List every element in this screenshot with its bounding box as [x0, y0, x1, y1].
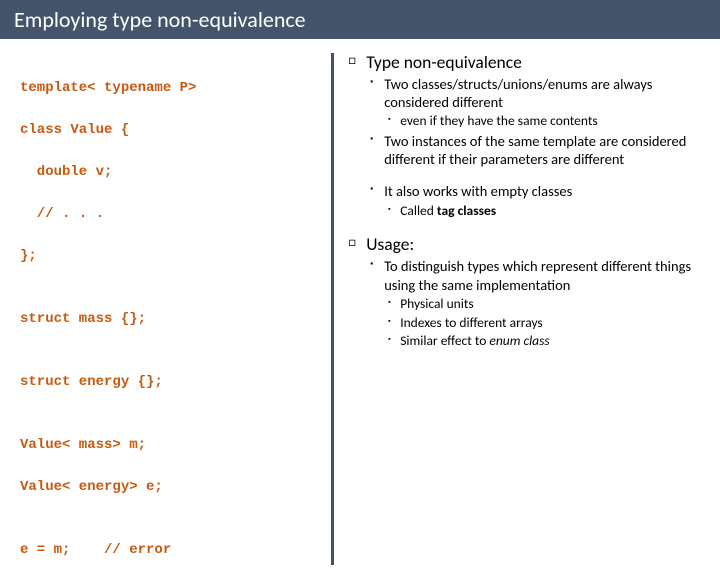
code-line: Value< mass> m; [20, 437, 146, 453]
italic-text: enum class [489, 332, 549, 349]
code-line: struct energy {}; [20, 374, 163, 390]
bullet: Two classes/structs/unions/enums are alw… [370, 75, 704, 111]
slide-title: Employing type non-equivalence [0, 0, 720, 39]
code-line: struct mass {}; [20, 311, 146, 327]
code-pane: template< typename P> class Value { doub… [0, 39, 331, 579]
slide-content: template< typename P> class Value { doub… [0, 39, 720, 579]
heading-usage: Usage: [348, 233, 704, 255]
text-pane: Type non-equivalence Two classes/structs… [334, 39, 720, 579]
code-line: template< typename P> [20, 80, 196, 96]
slide: Employing type non-equivalence template<… [0, 0, 720, 540]
sub-bullet: even if they have the same contents [388, 113, 704, 130]
heading-type-non-equivalence: Type non-equivalence [348, 51, 704, 73]
code-line: class Value { [20, 122, 129, 138]
code-line: e = m; // error [20, 542, 171, 558]
sub-bullet: Indexes to different arrays [388, 315, 704, 332]
code-line: // . . . [20, 206, 104, 222]
text: Similar effect to [400, 332, 489, 349]
bullet: Two instances of the same template are c… [370, 132, 704, 168]
code-line: double v; [20, 164, 112, 180]
code-line: Value< energy> e; [20, 479, 163, 495]
sub-bullet: Physical units [388, 296, 704, 313]
bold-text: tag classes [437, 202, 496, 219]
bullet: It also works with empty classes [370, 182, 704, 200]
sub-bullet: Similar effect to enum class [388, 333, 704, 350]
text: Called [400, 202, 437, 219]
code-line: }; [20, 248, 37, 264]
bullet: To distinguish types which represent dif… [370, 257, 704, 293]
sub-bullet: Called tag classes [388, 203, 704, 220]
